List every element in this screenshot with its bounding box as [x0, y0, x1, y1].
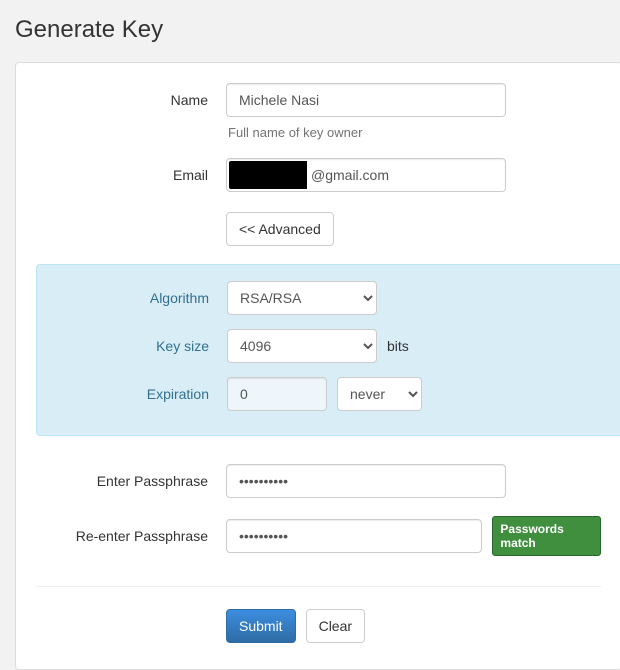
- email-redacted-block: [229, 161, 307, 189]
- passwords-match-badge: Passwords match: [492, 516, 601, 556]
- expiration-input[interactable]: [227, 377, 327, 411]
- keysize-unit: bits: [387, 338, 409, 354]
- actions-row: Submit Clear: [206, 609, 620, 643]
- name-label: Name: [36, 92, 226, 108]
- reenter-passphrase-input[interactable]: [226, 519, 482, 553]
- row-algorithm: Algorithm RSA/RSA: [37, 281, 620, 315]
- name-help-text: Full name of key owner: [206, 125, 620, 140]
- page-title: Generate Key: [15, 16, 620, 44]
- clear-button[interactable]: Clear: [306, 609, 365, 643]
- algorithm-label: Algorithm: [37, 290, 227, 306]
- row-name: Name: [16, 83, 620, 117]
- divider: [36, 586, 601, 587]
- submit-button[interactable]: Submit: [226, 609, 296, 643]
- reenter-passphrase-label: Re-enter Passphrase: [36, 528, 226, 544]
- form-panel: Name Full name of key owner Email << Adv…: [15, 62, 620, 670]
- expiration-label: Expiration: [37, 386, 227, 402]
- keysize-select[interactable]: 4096: [227, 329, 377, 363]
- enter-passphrase-label: Enter Passphrase: [36, 473, 226, 489]
- keysize-label: Key size: [37, 338, 227, 354]
- row-expiration: Expiration never: [37, 377, 620, 411]
- advanced-toggle-button[interactable]: << Advanced: [226, 212, 334, 246]
- row-keysize: Key size 4096 bits: [37, 329, 620, 363]
- algorithm-select[interactable]: RSA/RSA: [227, 281, 377, 315]
- row-email: Email: [16, 158, 620, 192]
- enter-passphrase-input[interactable]: [226, 464, 506, 498]
- row-reenter-passphrase: Re-enter Passphrase Passwords match: [16, 516, 620, 556]
- email-label: Email: [36, 167, 226, 183]
- name-input[interactable]: [226, 83, 506, 117]
- row-enter-passphrase: Enter Passphrase: [16, 464, 620, 498]
- expiration-unit-select[interactable]: never: [337, 377, 422, 411]
- advanced-section: Algorithm RSA/RSA Key size 4096 bits Exp: [36, 264, 620, 436]
